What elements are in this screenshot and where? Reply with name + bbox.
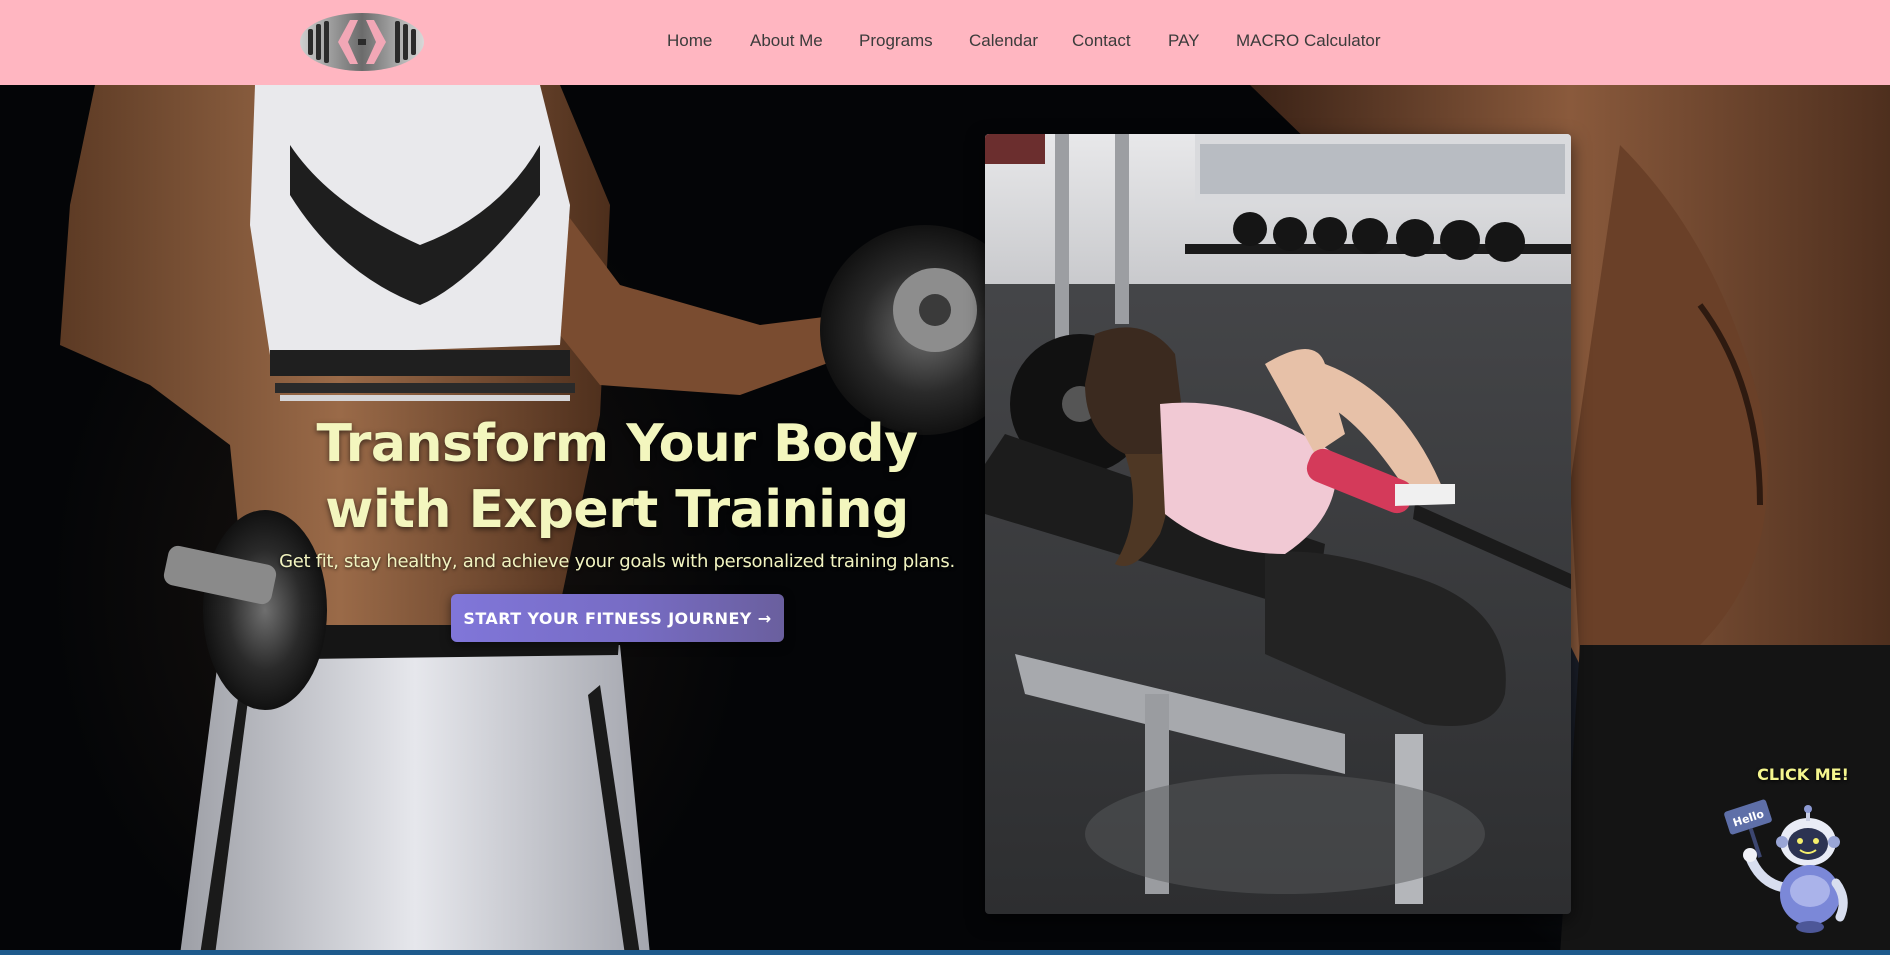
nav-link-contact[interactable]: Contact <box>1072 31 1131 51</box>
hero-headline: Transform Your Body with Expert Training <box>290 411 944 543</box>
hero-headline-line-1: Transform Your Body <box>316 414 918 474</box>
nav-link-pay[interactable]: PAY <box>1168 31 1200 51</box>
nav-link-calendar[interactable]: Calendar <box>969 31 1038 51</box>
hero-background-image <box>60 85 1890 955</box>
chatbot-label: CLICK ME! <box>1757 765 1849 784</box>
start-journey-button[interactable]: START YOUR FITNESS JOURNEY → <box>451 594 784 642</box>
hero-section: Transform Your Body with Expert Training… <box>0 85 1890 955</box>
main-nav: Home About Me Programs Calendar Contact … <box>0 0 1890 85</box>
nav-link-programs[interactable]: Programs <box>859 31 933 51</box>
chatbot-launcher[interactable]: CLICK ME! Hello <box>1720 765 1870 945</box>
hero-headline-line-2: with Expert Training <box>325 480 909 540</box>
nav-link-macro-calculator[interactable]: MACRO Calculator <box>1236 31 1381 51</box>
hero-subtitle: Get fit, stay healthy, and achieve your … <box>279 551 955 572</box>
nav-link-home[interactable]: Home <box>667 31 712 51</box>
nav-link-about-me[interactable]: About Me <box>750 31 823 51</box>
site-header: Home About Me Programs Calendar Contact … <box>0 0 1890 85</box>
hero-gym-photo <box>985 134 1571 914</box>
page-bottom-border <box>0 950 1890 955</box>
robot-icon[interactable]: Hello <box>1720 787 1870 937</box>
